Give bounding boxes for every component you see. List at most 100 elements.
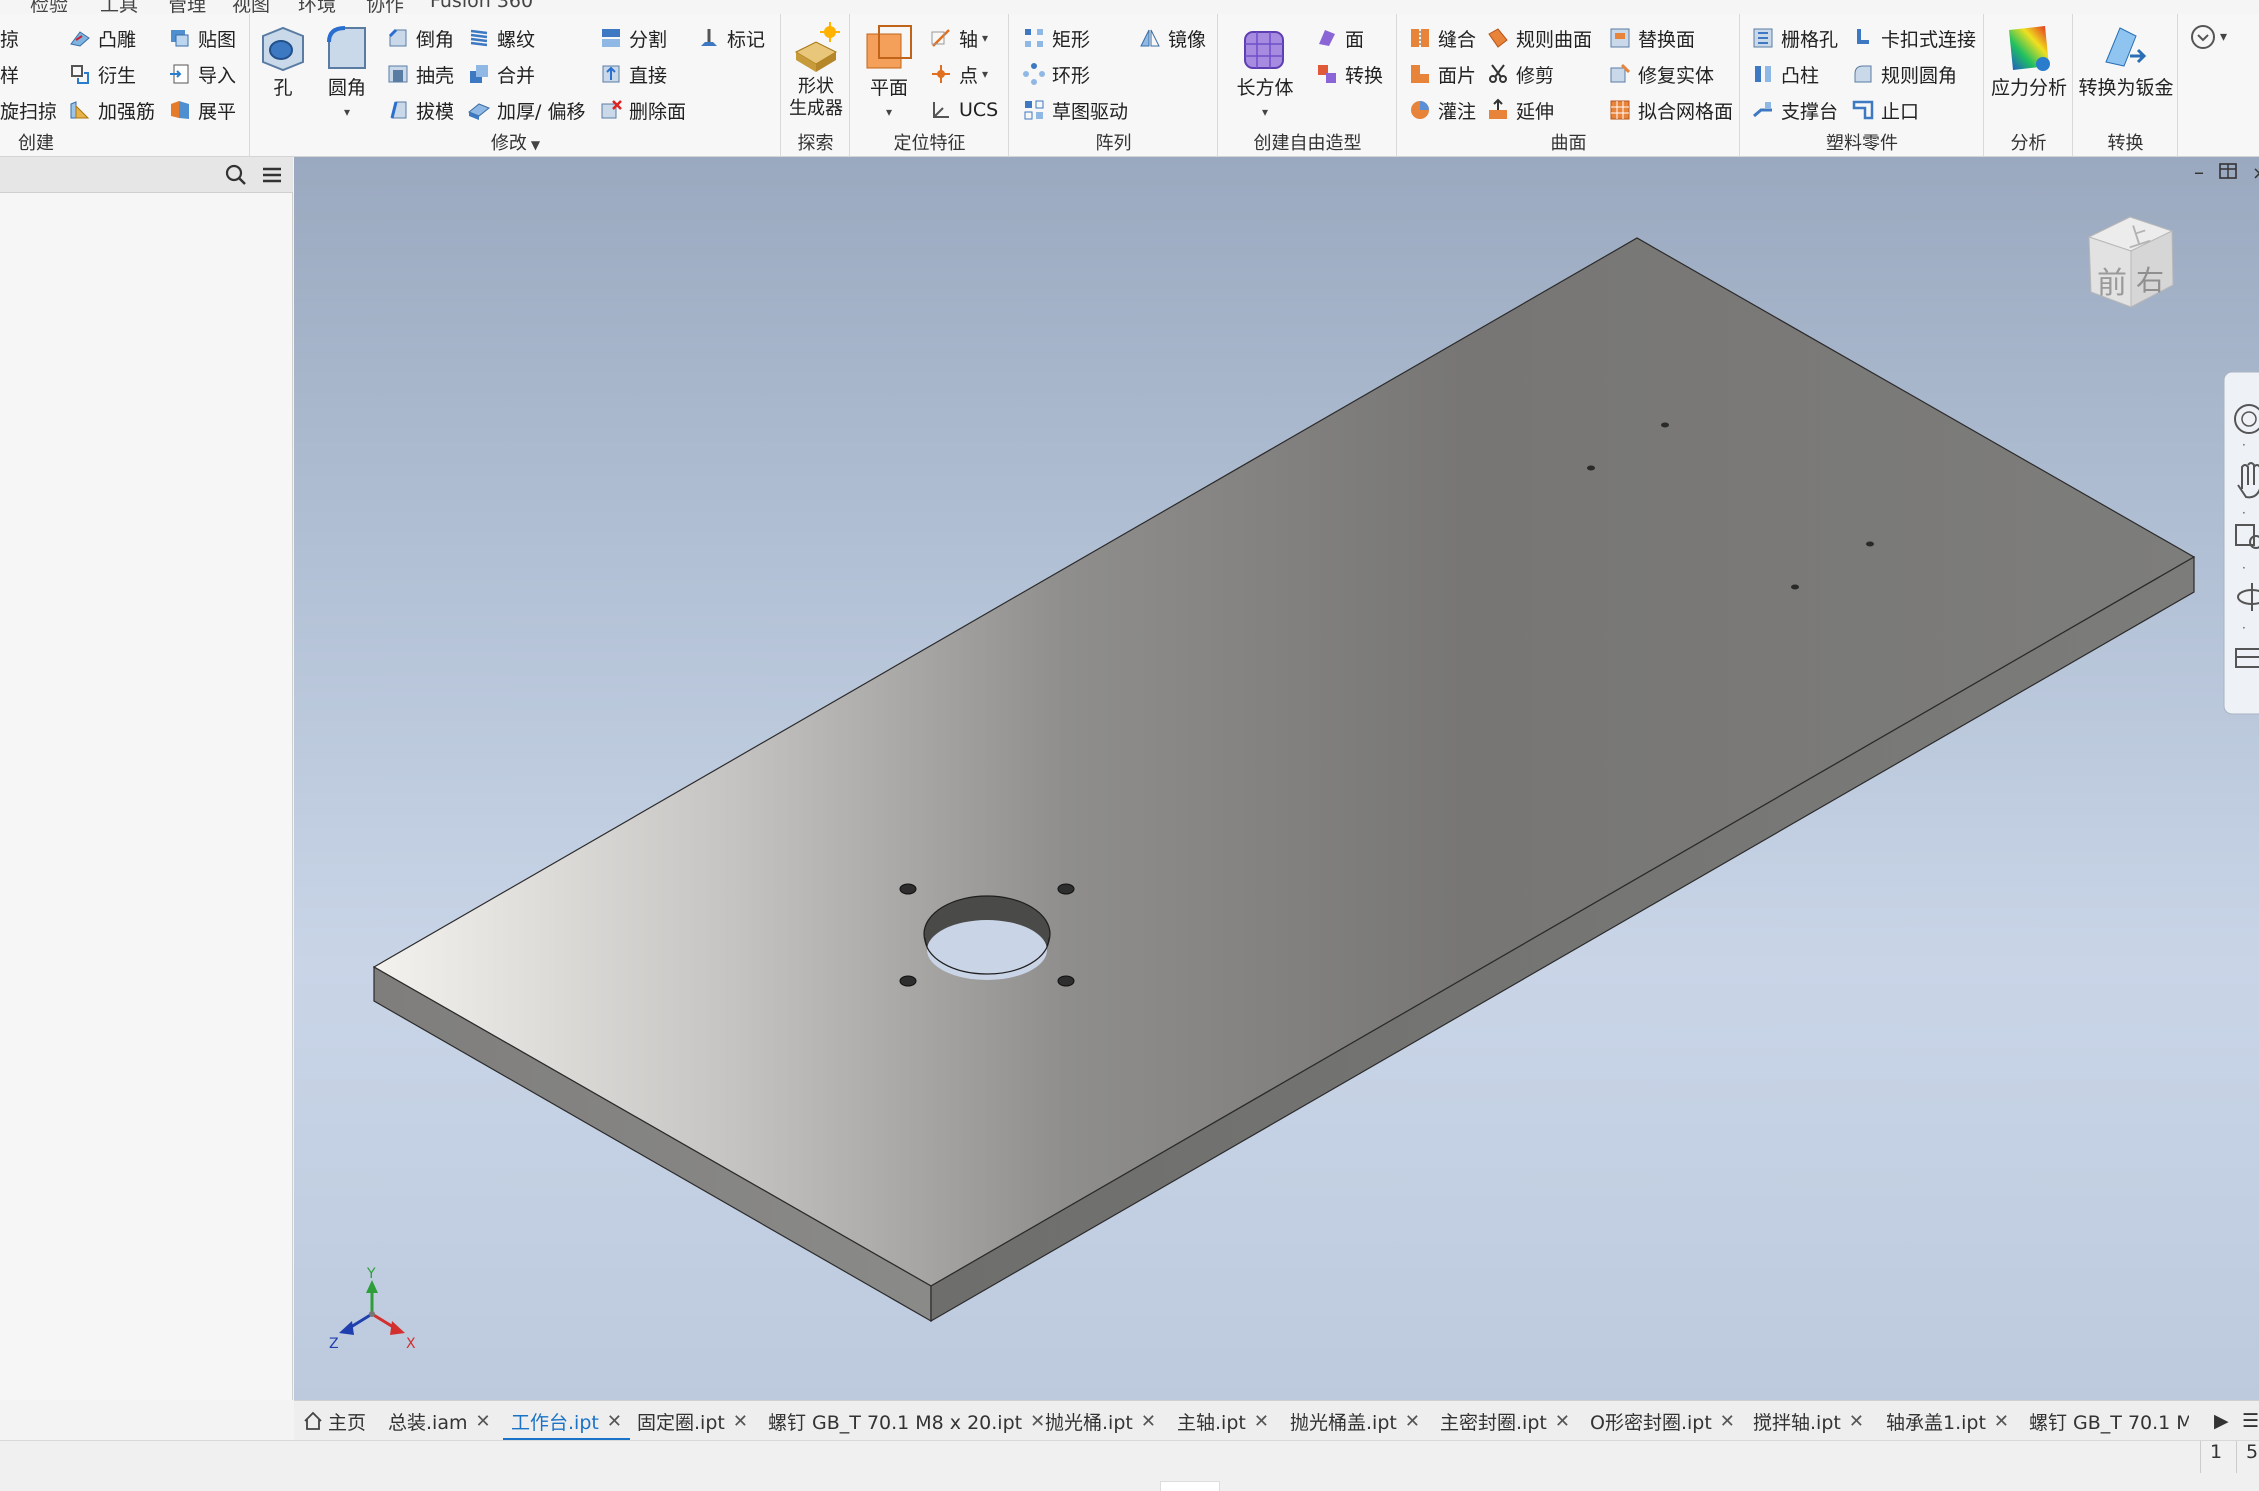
mirror-tool[interactable]: 镜像 [1138,23,1206,53]
mount-hole[interactable] [899,975,917,987]
point-tool[interactable]: 点 ▾ [929,59,988,89]
modify-dropdown-icon[interactable]: ▼ [531,138,540,152]
plane-tool[interactable]: 平面 ▾ [859,14,919,124]
loft-tool[interactable]: 样 [0,59,19,89]
mark-tool[interactable]: 标记 [697,23,765,53]
tab-close-icon[interactable]: ✕ [1141,1411,1156,1432]
mount-hole[interactable] [1057,883,1075,895]
extend-tool[interactable]: 延伸 [1486,95,1554,125]
tab-close-icon[interactable]: ✕ [1849,1411,1864,1432]
tab-document[interactable]: 主轴.ipt ✕ [1177,1401,1269,1440]
tab-home[interactable]: 主页 [302,1401,366,1440]
tab-close-icon[interactable]: ✕ [733,1411,748,1432]
draft-tool[interactable]: 拔模 [386,95,454,125]
stitch-tool[interactable]: 缝合 [1408,23,1476,53]
delete-face-tool[interactable]: 删除面 [599,95,686,125]
thread-tool[interactable]: 螺纹 [467,23,535,53]
tab-close-icon[interactable]: ✕ [607,1411,622,1432]
tabs-menu-icon[interactable]: ☰ [2242,1401,2259,1440]
combine-tool[interactable]: 合并 [467,59,535,89]
menu-item-collaborate[interactable]: 协作 [366,0,404,14]
grill-tool[interactable]: 栅格孔 [1751,23,1838,53]
fillet-dropdown-icon[interactable]: ▾ [317,100,377,124]
box-freeform-tool[interactable]: 长方体 ▾ [1231,14,1299,124]
convert-to-sheet-metal-tool[interactable]: 转换为钣金 [2074,14,2178,100]
search-icon[interactable] [224,163,248,187]
emboss-tool[interactable]: 凸雕 [68,23,136,53]
fillet-tool[interactable]: 圆角 ▾ [317,14,377,124]
graphics-viewport[interactable]: – × 上 前 右 · · · · [294,157,2259,1400]
small-hole[interactable] [1587,465,1595,471]
face-freeform-tool[interactable]: 面 [1315,23,1364,53]
tab-document[interactable]: 螺钉 GB_T 70.1 M4 [2029,1401,2189,1440]
menu-item-fusion360[interactable]: Fusion 360 [430,0,533,12]
ruled-surface-tool[interactable]: 规则曲面 [1486,23,1592,53]
tabs-scroll-right-icon[interactable]: ▶ [2214,1401,2229,1440]
tab-close-icon[interactable]: ✕ [1405,1411,1420,1432]
coil-tool[interactable]: 旋扫掠 [0,95,57,125]
tab-document[interactable]: 固定圈.ipt ✕ [637,1401,748,1440]
stress-analysis-tool[interactable]: 应力分析 [1985,14,2073,100]
viewcube-face-front[interactable]: 前 [2097,266,2127,301]
viewcube-face-right[interactable]: 右 [2136,264,2164,297]
decal-tool[interactable]: 贴图 [168,23,236,53]
small-hole[interactable] [1866,541,1874,547]
rest-tool[interactable]: 支撑台 [1751,95,1838,125]
viewport-minimize-icon[interactable]: – [2194,160,2204,184]
tab-document[interactable]: 螺钉 GB_T 70.1 M8 x 20.ipt ✕ [768,1401,1045,1440]
replace-face-tool[interactable]: 替换面 [1608,23,1695,53]
mount-hole[interactable] [1057,975,1075,987]
hole-tool[interactable]: 孔 [255,14,311,100]
tab-document[interactable]: 抛光桶盖.ipt ✕ [1290,1401,1420,1440]
chamfer-tool[interactable]: 倒角 [386,23,454,53]
point-dropdown-icon[interactable]: ▾ [982,67,988,81]
tab-document[interactable]: 总装.iam ✕ [388,1401,491,1440]
fit-mesh-face-tool[interactable]: 拟合网格面 [1608,95,1733,125]
sketch-driven-pattern-tool[interactable]: 草图驱动 [1022,95,1128,125]
status-scroll-thumb[interactable] [1160,1481,1220,1491]
tab-document[interactable]: 主密封圈.ipt ✕ [1440,1401,1570,1440]
convert-freeform-tool[interactable]: 转换 [1315,59,1383,89]
box-dropdown-icon[interactable]: ▾ [1231,100,1299,124]
tab-close-icon[interactable]: ✕ [475,1411,490,1432]
tab-close-icon[interactable]: ✕ [1994,1411,2009,1432]
axis-dropdown-icon[interactable]: ▾ [982,31,988,45]
panel-title-modify[interactable]: 修改 ▼ [251,129,780,155]
axis-tool[interactable]: 轴 ▾ [929,23,988,53]
tab-close-icon[interactable]: ✕ [1720,1411,1735,1432]
sweep-tool[interactable]: 掠 [0,23,19,53]
mount-hole[interactable] [899,883,917,895]
ucs-tool[interactable]: UCS [929,95,998,125]
menu-icon[interactable] [260,163,284,187]
shell-tool[interactable]: 抽壳 [386,59,454,89]
thicken-offset-tool[interactable]: 加厚/ 偏移 [467,95,585,125]
plane-dropdown-icon[interactable]: ▾ [859,100,919,124]
tab-close-icon[interactable]: ✕ [1555,1411,1570,1432]
ribbon-options-button[interactable]: ▾ [2190,24,2227,50]
tab-document[interactable]: O形密封圈.ipt ✕ [1590,1401,1735,1440]
rectangular-pattern-tool[interactable]: 矩形 [1022,23,1090,53]
small-hole[interactable] [1791,584,1799,590]
repair-bodies-tool[interactable]: 修复实体 [1608,59,1714,89]
snap-fit-tool[interactable]: 卡扣式连接 [1851,23,1976,53]
tab-close-icon[interactable]: ✕ [1254,1411,1269,1432]
tab-document-active[interactable]: 工作台.ipt ✕ [503,1401,630,1440]
large-through-hole[interactable] [923,895,1051,980]
rule-fillet-tool[interactable]: 规则圆角 [1851,59,1957,89]
direct-edit-tool[interactable]: 直接 [599,59,667,89]
unfold-tool[interactable]: 展平 [168,95,236,125]
small-hole[interactable] [1661,422,1669,428]
trim-tool[interactable]: 修剪 [1486,59,1554,89]
tab-document[interactable]: 抛光桶.ipt ✕ [1045,1401,1156,1440]
viewport-restore-icon[interactable] [2219,163,2237,179]
tab-document[interactable]: 搅拌轴.ipt ✕ [1753,1401,1864,1440]
menu-item-tools[interactable]: 工具 [100,0,138,14]
rib-tool[interactable]: 加强筋 [68,95,155,125]
menu-item-view[interactable]: 视图 [232,0,270,14]
tab-close-icon[interactable]: ✕ [1030,1411,1045,1432]
tab-document[interactable]: 轴承盖1.ipt ✕ [1886,1401,2009,1440]
menu-item-manage[interactable]: 管理 [168,0,206,14]
split-tool[interactable]: 分割 [599,23,667,53]
sculpt-tool[interactable]: 灌注 [1408,95,1476,125]
import-tool[interactable]: 导入 [168,59,236,89]
